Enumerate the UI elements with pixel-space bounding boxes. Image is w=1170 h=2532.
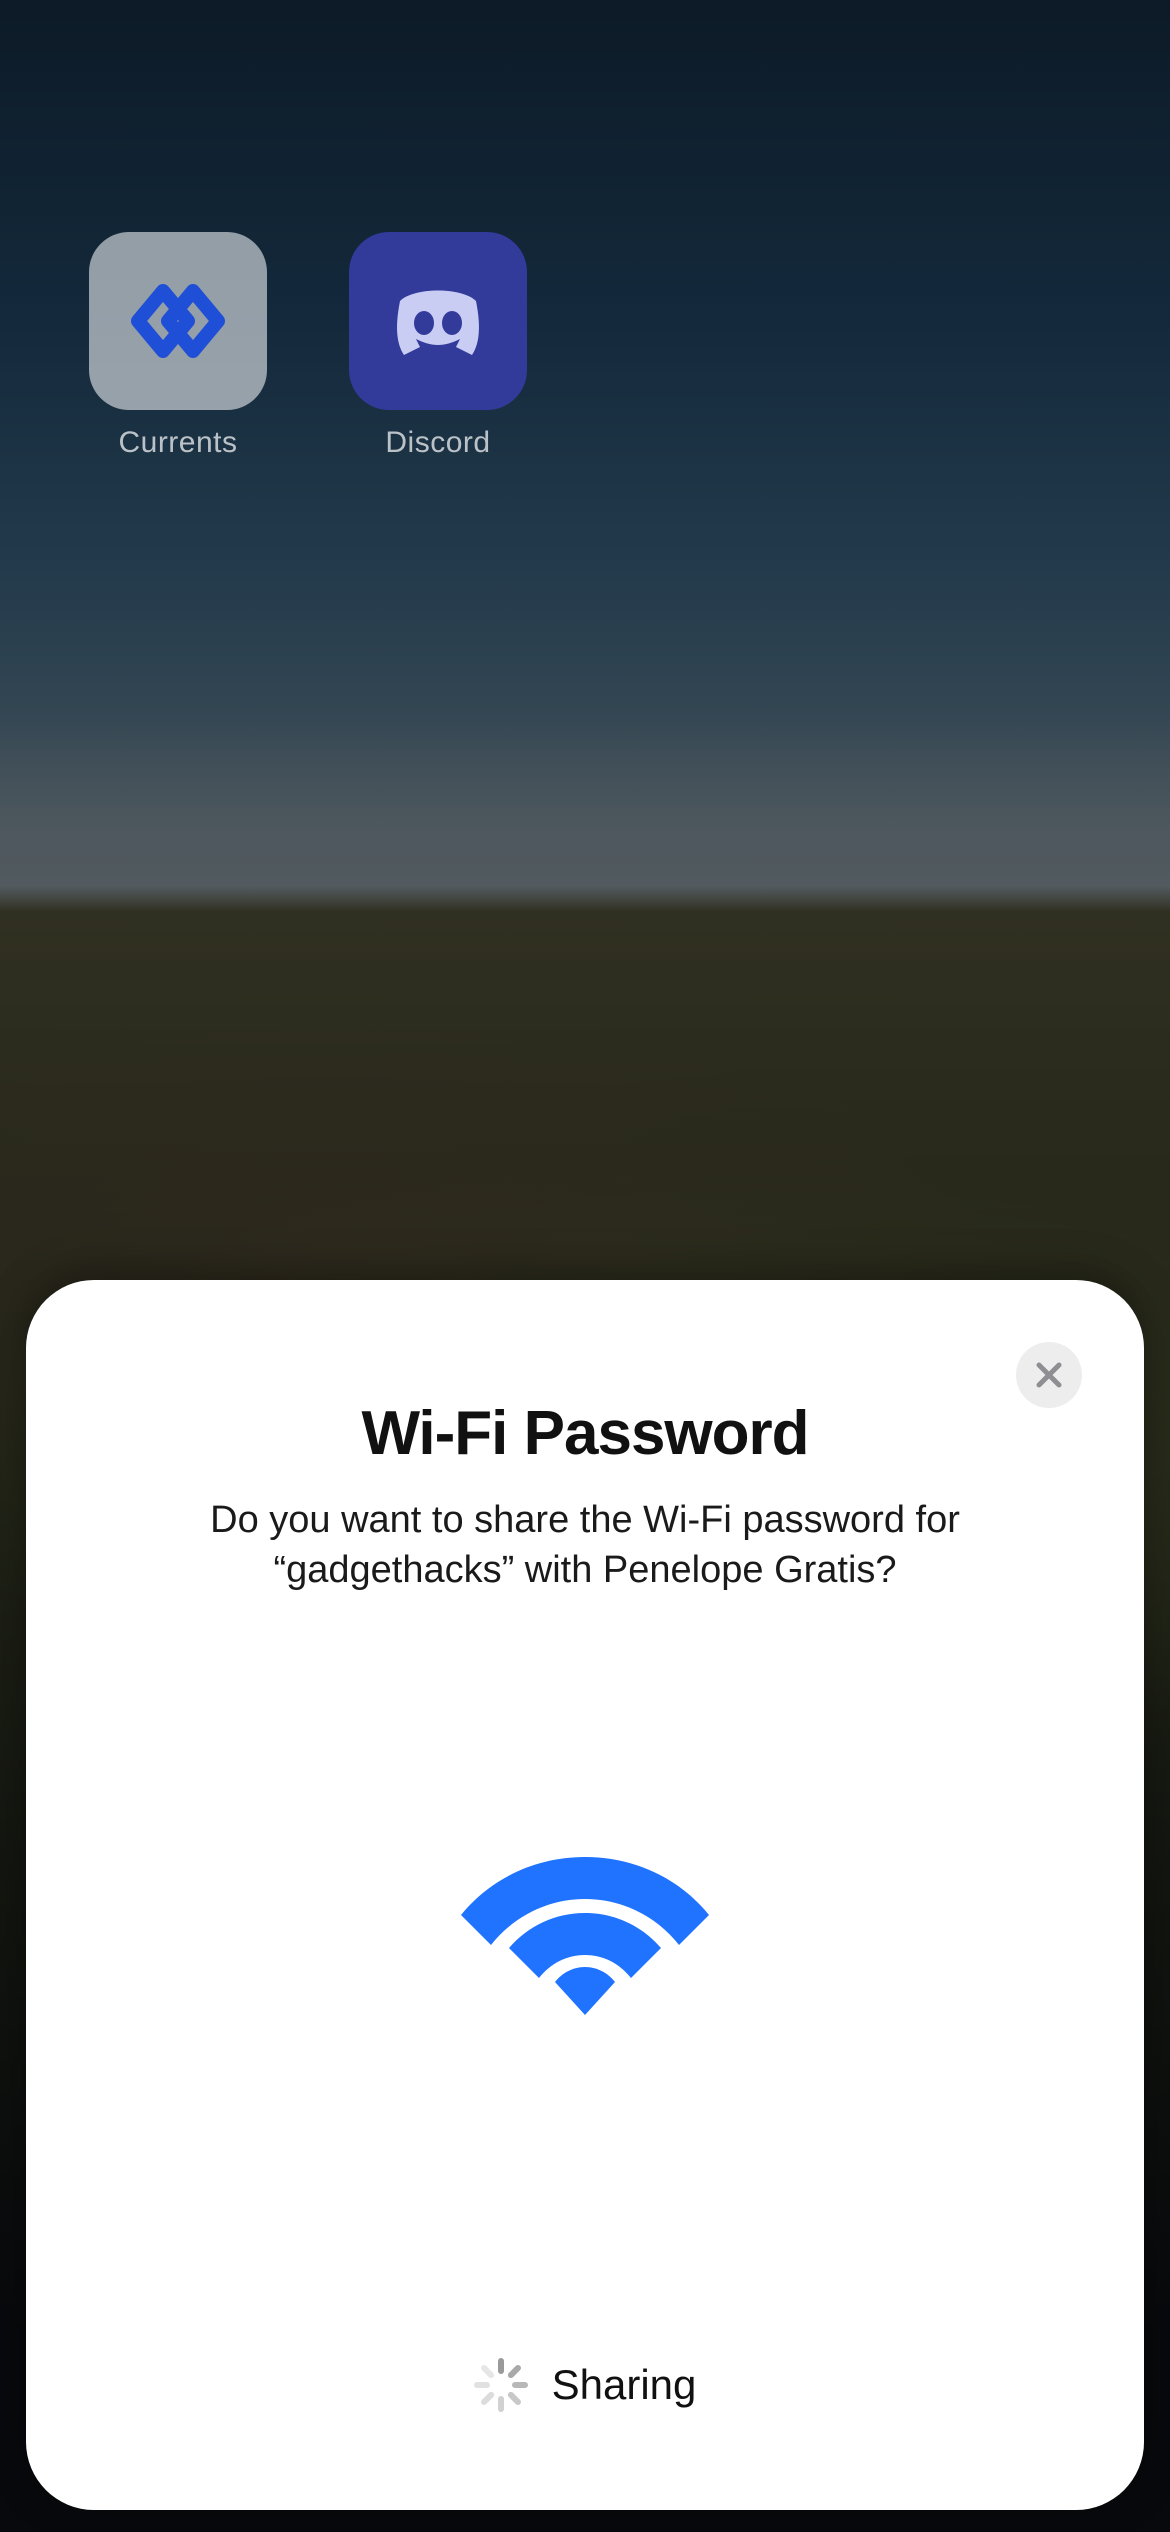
app-label: Discord <box>385 426 490 460</box>
sheet-subtitle: Do you want to share the Wi-Fi password … <box>175 1495 995 1595</box>
spinner-icon <box>474 2358 528 2412</box>
home-screen-apps: Currents Discord <box>88 232 528 460</box>
currents-icon <box>89 232 267 410</box>
wifi-password-sheet: Wi-Fi Password Do you want to share the … <box>26 1280 1144 2510</box>
app-currents[interactable]: Currents <box>88 232 268 460</box>
close-button[interactable] <box>1016 1342 1082 1408</box>
sheet-title: Wi-Fi Password <box>361 1398 808 1469</box>
wifi-icon <box>455 1817 715 2022</box>
app-discord[interactable]: Discord <box>348 232 528 460</box>
sharing-status: Sharing <box>26 2358 1144 2412</box>
close-icon <box>1034 1360 1064 1390</box>
app-label: Currents <box>118 426 237 460</box>
discord-icon <box>349 232 527 410</box>
sharing-status-label: Sharing <box>552 2361 697 2409</box>
